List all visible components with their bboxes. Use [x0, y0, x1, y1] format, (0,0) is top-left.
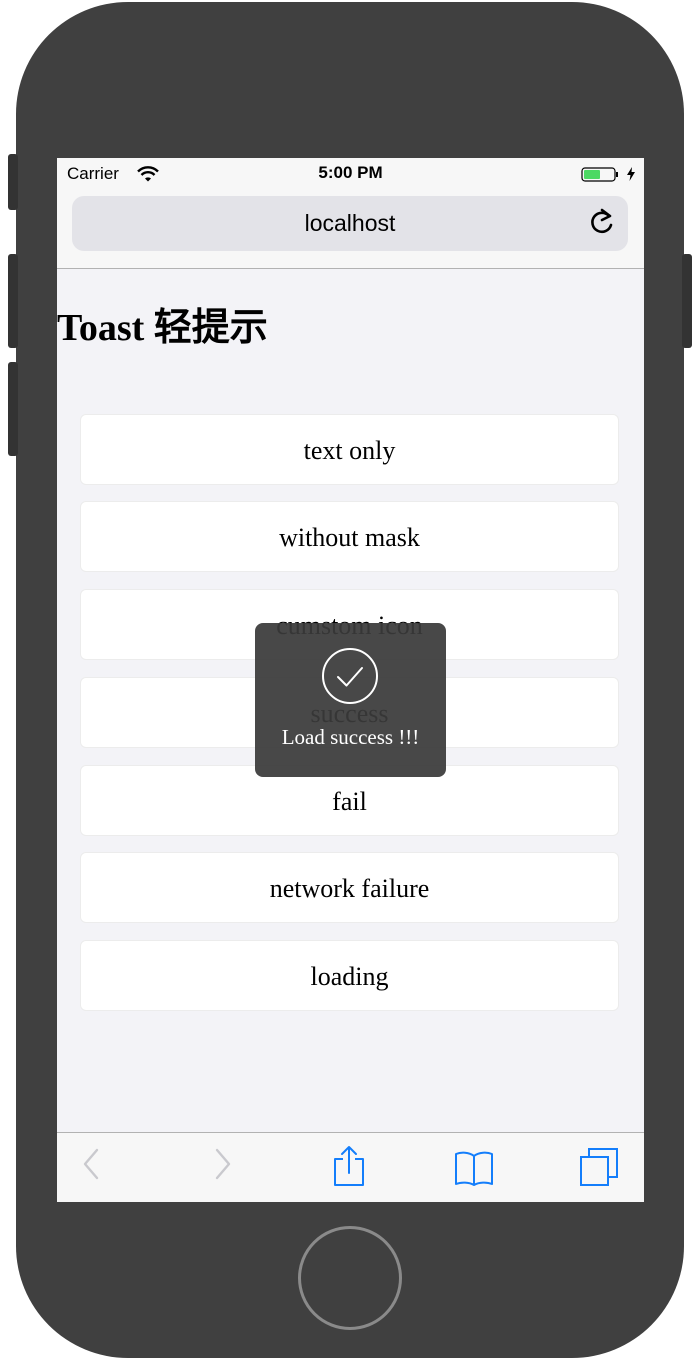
browser-address-bar: localhost — [57, 192, 644, 269]
without-mask-button[interactable]: without mask — [80, 501, 619, 572]
volume-down-button — [8, 362, 18, 456]
network-failure-button[interactable]: network failure — [80, 852, 619, 923]
mute-switch — [8, 154, 18, 210]
toast-message: Load success !!! — [281, 725, 420, 749]
phone-screen: Carrier 5:00 PM localhost Toast 轻提示 text… — [57, 158, 644, 1202]
browser-toolbar — [57, 1132, 644, 1202]
forward-icon[interactable] — [213, 1147, 233, 1181]
back-icon[interactable] — [81, 1147, 101, 1181]
battery-icon — [581, 167, 618, 182]
loading-button[interactable]: loading — [80, 940, 619, 1011]
share-icon[interactable] — [332, 1145, 366, 1187]
power-button — [682, 254, 692, 348]
status-bar: Carrier 5:00 PM — [57, 158, 644, 192]
toast-popup: Load success !!! — [255, 623, 446, 777]
text-only-button[interactable]: text only — [80, 414, 619, 485]
url-field[interactable]: localhost — [72, 196, 628, 251]
bookmarks-icon[interactable] — [453, 1149, 495, 1187]
clock: 5:00 PM — [318, 163, 383, 182]
charging-bolt-icon — [627, 167, 635, 181]
url-text: localhost — [304, 210, 396, 236]
check-circle-icon — [322, 648, 378, 704]
volume-up-button — [8, 254, 18, 348]
reload-icon[interactable] — [588, 208, 616, 238]
page-title: Toast 轻提示 — [57, 307, 268, 349]
home-button[interactable] — [298, 1226, 402, 1330]
tabs-icon[interactable] — [579, 1147, 619, 1187]
